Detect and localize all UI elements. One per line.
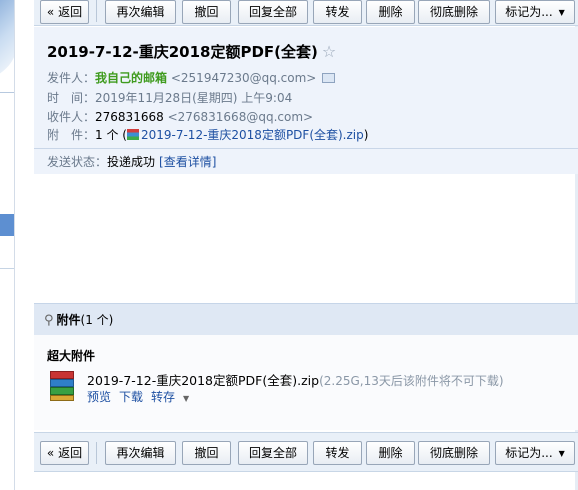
sender-label: 发件人： [47, 71, 96, 85]
attachment-row: 附 件：1 个 ( 2019-7-12-重庆2018定额PDF(全套).zip) [47, 126, 368, 143]
large-attachment-title: 超大附件 [47, 349, 96, 363]
back-button[interactable]: « 返回 [40, 441, 89, 465]
sidebar-divider [0, 92, 14, 93]
paperclip-icon: ⚲ [44, 313, 54, 328]
mail-subject: 2019-7-12-重庆2018定额PDF(全套) ☆ [47, 41, 336, 62]
forward-button[interactable]: 转发 [313, 0, 362, 24]
mail-header: 2019-7-12-重庆2018定额PDF(全套) ☆ 发件人：我自己的邮箱 <2… [34, 27, 578, 174]
sidebar-divider [0, 268, 14, 269]
time-row: 时 间：2019年11月28日(星期四) 上午9:04 [47, 89, 292, 106]
toolbar-separator [96, 442, 97, 464]
attachment-file-row: 2019-7-12-重庆2018定额PDF(全套).zip(2.25G,13天后… [87, 370, 504, 389]
time-label: 时 间： [47, 91, 96, 105]
sender-email: <251947230@qq.com> [170, 71, 317, 85]
toolbar-separator [96, 0, 97, 22]
reedit-button[interactable]: 再次编辑 [105, 0, 176, 24]
recipient-label: 收件人： [47, 110, 96, 124]
top-toolbar: « 返回 再次编辑 撤回 回复全部 转发 删除 彻底删除 标记为... ▼ [34, 0, 578, 26]
mark-as-label: 标记为... [505, 5, 553, 19]
subject-text: 2019-7-12-重庆2018定额PDF(全套) [47, 43, 318, 61]
status-label: 发送状态： [47, 155, 108, 169]
recipient-row: 收件人：276831668 <276831668@qq.com> [47, 108, 313, 125]
status-value: 投递成功 [107, 155, 156, 169]
chevron-down-icon: ▼ [558, 8, 565, 17]
purge-button[interactable]: 彻底删除 [418, 441, 490, 465]
attachments-count: (1 个) [80, 313, 114, 327]
save-to-link[interactable]: 转存 [151, 390, 175, 404]
reply-all-button[interactable]: 回复全部 [238, 441, 308, 465]
reply-all-button[interactable]: 回复全部 [238, 0, 308, 24]
reedit-button[interactable]: 再次编辑 [105, 441, 176, 465]
delete-button[interactable]: 删除 [366, 0, 415, 24]
status-detail-link[interactable]: [查看详情] [159, 155, 216, 169]
mark-as-label: 标记为... [505, 446, 553, 460]
attachment-count: 1 个 ( [95, 128, 127, 142]
forward-button[interactable]: 转发 [313, 441, 362, 465]
attachment-file-meta: (2.25G,13天后该附件将不可下载) [319, 374, 504, 388]
chevron-down-icon: ▼ [558, 449, 565, 458]
recipient-name[interactable]: 276831668 [95, 110, 164, 124]
download-link[interactable]: 下载 [119, 390, 143, 404]
purge-button[interactable]: 彻底删除 [418, 0, 490, 24]
folder-sidebar-edge [0, 0, 18, 490]
pane-divider[interactable] [14, 0, 34, 490]
preview-link[interactable]: 预览 [87, 390, 111, 404]
delivery-status-bar: 发送状态：投递成功 [查看详情] [34, 148, 578, 174]
attachments-title: 附件 [56, 313, 81, 327]
recipient-email: <276831668@qq.com> [167, 110, 314, 124]
attachments-header: ⚲ 附件(1 个) [34, 303, 578, 335]
sender-row: 发件人：我自己的邮箱 <251947230@qq.com> [47, 69, 336, 86]
mark-as-button[interactable]: 标记为... ▼ [495, 441, 575, 465]
back-button[interactable]: « 返回 [40, 0, 89, 24]
delete-button[interactable]: 删除 [366, 441, 415, 465]
chevron-down-icon[interactable]: ▼ [183, 394, 189, 403]
attachments-body: 超大附件 2019-7-12-重庆2018定额PDF(全套).zip(2.25G… [34, 335, 578, 430]
bottom-toolbar: « 返回 再次编辑 撤回 回复全部 转发 删除 彻底删除 标记为... ▼ [34, 432, 578, 472]
time-value: 2019年11月28日(星期四) 上午9:04 [95, 91, 293, 105]
zip-archive-icon[interactable] [50, 371, 80, 403]
contact-card-icon[interactable] [322, 73, 336, 83]
mark-as-button[interactable]: 标记为... ▼ [495, 0, 575, 24]
recall-button[interactable]: 撤回 [182, 0, 231, 24]
recall-button[interactable]: 撤回 [182, 441, 231, 465]
sender-name[interactable]: 我自己的邮箱 [95, 71, 167, 85]
attachment-link[interactable]: 2019-7-12-重庆2018定额PDF(全套).zip [141, 128, 364, 142]
sidebar-selected-item[interactable] [0, 214, 14, 236]
attachment-file-name: 2019-7-12-重庆2018定额PDF(全套).zip [87, 373, 320, 388]
attachment-label: 附 件： [47, 128, 96, 142]
mail-read-view: « 返回 再次编辑 撤回 回复全部 转发 删除 彻底删除 标记为... ▼ 201… [0, 0, 578, 490]
attachment-close-paren: ) [363, 128, 369, 142]
star-icon[interactable]: ☆ [322, 42, 336, 61]
attachment-actions: 预览 下载 转存 ▼ [87, 388, 197, 405]
zip-file-icon [126, 129, 139, 140]
